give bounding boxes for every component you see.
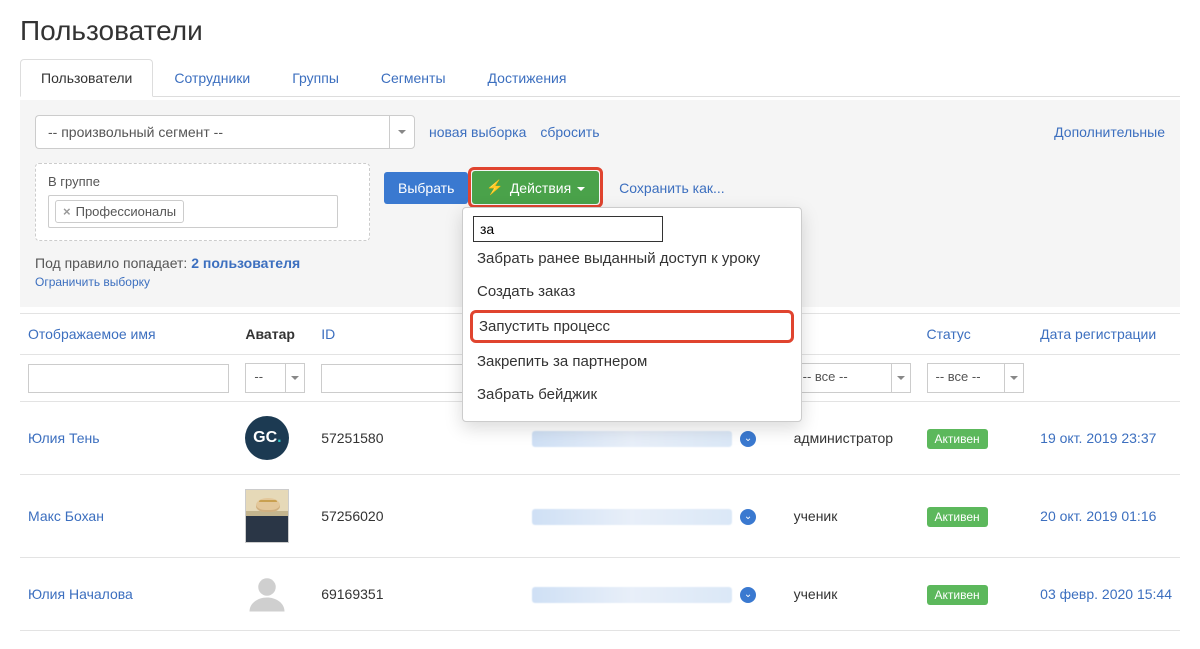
email-expand-icon[interactable]: ⌄ [740,587,756,603]
group-tag: × Профессионалы [55,200,184,223]
dropdown-search-input[interactable] [473,216,663,242]
user-id: 57256020 [313,475,524,558]
email-expand-icon[interactable]: ⌄ [740,509,756,525]
segment-select[interactable]: -- произвольный сегмент -- [35,115,415,149]
col-regdate[interactable]: Дата регистрации [1032,314,1180,355]
actions-button-label: Действия [510,180,571,196]
user-role: ученик [786,475,919,558]
email-expand-icon[interactable]: ⌄ [740,431,756,447]
restrict-link[interactable]: Ограничить выборку [35,275,150,289]
dropdown-item[interactable]: Закрепить за партнером [473,345,791,378]
chevron-down-icon [1004,363,1024,393]
filter-avatar-value: -- [245,363,285,393]
user-regdate[interactable]: 20 окт. 2019 01:16 [1040,508,1156,524]
filter-status-select[interactable]: -- все -- [927,363,1025,393]
actions-button[interactable]: ⚡ Действия [472,171,599,204]
tab-achievements[interactable]: Достижения [467,59,588,97]
user-email [532,431,732,447]
avatar: GC. [245,416,289,460]
bolt-icon: ⚡ [486,179,503,196]
group-tag-label: Профессионалы [76,204,177,219]
rule-count[interactable]: 2 пользователя [191,255,300,271]
dropdown-item[interactable]: Забрать бейджик [473,378,791,411]
filter-status-value: -- все -- [927,363,1005,393]
filter-role-select[interactable]: -- все -- [794,363,911,393]
user-regdate[interactable]: 03 февр. 2020 15:44 [1040,586,1172,602]
status-badge: Активен [927,429,988,449]
dropdown-item[interactable]: Забрать ранее выданный доступ к уроку [473,242,791,275]
chevron-down-icon [891,363,911,393]
user-role: администратор [786,402,919,475]
remove-tag-icon[interactable]: × [63,204,71,219]
save-as-link[interactable]: Сохранить как... [619,180,724,196]
user-role: ученик [786,558,919,631]
filter-role-value: -- все -- [794,363,891,393]
group-filter-box: В группе × Профессионалы [35,163,370,241]
new-selection-link[interactable]: новая выборка [429,124,526,140]
col-status[interactable]: Статус [919,314,1033,355]
user-regdate[interactable]: 19 окт. 2019 23:37 [1040,430,1156,446]
user-name-link[interactable]: Юлия Началова [28,586,133,602]
avatar [245,489,289,543]
table-row: Юлия Началова 69169351 ⌄ ученик Активен … [20,558,1180,631]
group-filter-label: В группе [48,174,357,189]
dropdown-item-highlighted[interactable]: Запустить процесс [470,310,794,343]
chevron-down-icon [389,115,415,149]
user-name-link[interactable]: Юлия Тень [28,430,100,446]
group-filter-input[interactable]: × Профессионалы [48,195,338,228]
col-name[interactable]: Отображаемое имя [20,314,237,355]
actions-dropdown: Забрать ранее выданный доступ к уроку Со… [462,207,802,422]
reset-link[interactable]: сбросить [540,124,599,140]
tab-staff[interactable]: Сотрудники [153,59,271,97]
dropdown-item[interactable]: Создать заказ [473,275,791,308]
status-badge: Активен [927,585,988,605]
status-badge: Активен [927,507,988,527]
tab-segments[interactable]: Сегменты [360,59,467,97]
filter-name-input[interactable] [28,364,229,393]
tab-groups[interactable]: Группы [271,59,360,97]
actions-button-highlight: ⚡ Действия [468,167,603,208]
user-id: 69169351 [313,558,524,631]
user-name-link[interactable]: Макс Бохан [28,508,104,524]
user-email [532,509,732,525]
avatar-placeholder-icon [245,572,289,616]
page-title: Пользователи [20,15,1180,47]
chevron-down-icon [285,363,305,393]
tabs-bar: Пользователи Сотрудники Группы Сегменты … [20,59,1180,97]
tab-users[interactable]: Пользователи [20,59,153,97]
col-role[interactable] [786,314,919,355]
chevron-down-icon [577,180,585,196]
filter-avatar-select[interactable]: -- [245,363,305,393]
rule-text: Под правило попадает: [35,255,191,271]
filter-panel: -- произвольный сегмент -- новая выборка… [20,100,1180,307]
user-email [532,587,732,603]
segment-select-value: -- произвольный сегмент -- [35,115,389,149]
table-row: Макс Бохан 57256020 ⌄ ученик Активен 20 … [20,475,1180,558]
col-avatar: Аватар [237,314,313,355]
select-button[interactable]: Выбрать [384,172,468,204]
extra-link[interactable]: Дополнительные [1054,124,1165,140]
